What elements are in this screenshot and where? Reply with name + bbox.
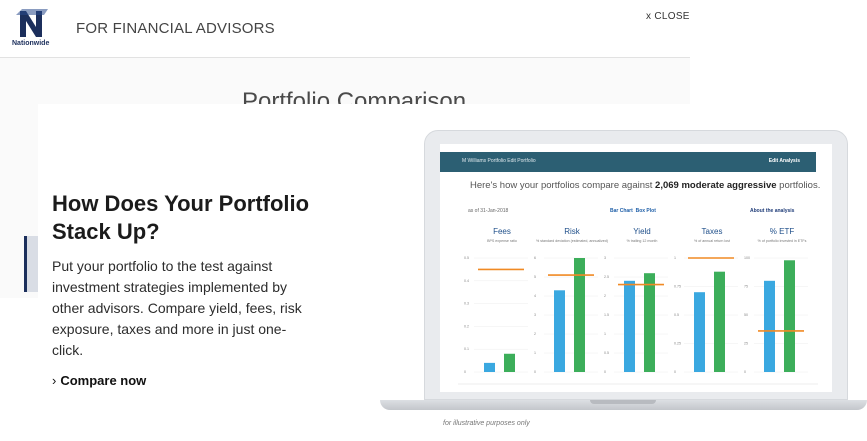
chevron-right-icon: › — [52, 373, 57, 388]
compare-category: moderate aggressive — [681, 180, 777, 191]
panel-subtitle: BPS expense ratio — [487, 239, 517, 243]
tick-label: 6 — [534, 256, 536, 260]
panel-subtitle: % of portfolio invested in ETFs — [758, 239, 807, 243]
tick-label: 5 — [534, 275, 536, 279]
panel-title: Risk — [564, 227, 581, 236]
tick-label: 0.4 — [464, 279, 469, 283]
tick-label: 75 — [744, 285, 748, 289]
screen-top-bar: M Williams Portfolio Edit Portfolio Edit… — [440, 152, 816, 172]
tick-label: 0.75 — [674, 285, 681, 289]
bar — [784, 260, 795, 372]
compare-prefix: Here's how your portfolios compare again… — [470, 180, 653, 191]
edit-analysis-link: Edit Analysis — [768, 158, 800, 164]
bar — [764, 280, 775, 372]
nationwide-logo[interactable]: Nationwide — [12, 7, 60, 51]
compare-now-label: Compare now — [60, 373, 147, 388]
laptop-screen: M Williams Portfolio Edit Portfolio Edit… — [440, 144, 832, 392]
bar — [644, 273, 655, 372]
tick-label: 2 — [604, 294, 606, 298]
tick-label: 0.2 — [464, 324, 469, 328]
compare-suffix: portfolios. — [779, 180, 821, 191]
tick-label: 50 — [744, 313, 748, 317]
compare-now-link[interactable]: › Compare now — [52, 373, 146, 388]
comparison-sentence: Here's how your portfolios compare again… — [470, 180, 820, 191]
tick-label: 0 — [674, 370, 676, 374]
panel-subtitle: % trailing 12 month — [627, 239, 658, 243]
portfolio-name: M Williams Portfolio Edit Portfolio — [462, 158, 536, 164]
tick-label: 2.5 — [604, 275, 609, 279]
brand-name: Nationwide — [12, 40, 50, 47]
panel-title: Yield — [633, 227, 651, 236]
eagle-icon — [16, 9, 48, 37]
promo-headline: How Does Your Portfolio Stack Up? — [52, 191, 310, 244]
tick-label: 3 — [534, 313, 536, 317]
tick-label: 0.5 — [674, 313, 679, 317]
site-title: FOR FINANCIAL ADVISORS — [76, 20, 275, 37]
background-page-tab — [24, 236, 38, 292]
bar — [484, 362, 495, 372]
bar — [554, 290, 565, 372]
tick-label: 0.3 — [464, 302, 469, 306]
tick-label: 1.5 — [604, 313, 609, 317]
laptop-notch — [590, 400, 656, 404]
tick-label: 0 — [534, 370, 536, 374]
compare-count: 2,069 — [655, 180, 679, 191]
close-button[interactable]: x CLOSE — [646, 11, 690, 22]
as-of-date: as of 31-Jan-2018 — [468, 208, 509, 214]
bar — [714, 271, 725, 372]
tick-label: 0.5 — [604, 351, 609, 355]
about-analysis-link: About the analysis — [750, 208, 795, 214]
comparison-chart: Fees BPS expense ratio 0.5 0.4 0.3 0.2 0.1 0 Ris… — [458, 227, 818, 385]
bar — [504, 353, 515, 372]
promo-body: Put your portfolio to the test against i… — [52, 258, 302, 358]
tick-label: 100 — [744, 256, 750, 260]
tick-label: 4 — [534, 294, 536, 298]
panel-title: Fees — [493, 227, 511, 236]
bar — [624, 280, 635, 372]
bar — [694, 292, 705, 372]
tick-label: 0.5 — [464, 256, 469, 260]
illustrative-disclaimer: for illustrative purposes only — [443, 420, 530, 427]
tick-label: 3 — [604, 256, 606, 260]
tick-label: 0.1 — [464, 347, 469, 351]
tick-label: 1 — [604, 332, 606, 336]
tick-label: 0 — [744, 370, 746, 374]
tick-label: 1 — [534, 351, 536, 355]
bar-chart-toggle: Bar Chart — [610, 208, 633, 214]
panel-title: Taxes — [702, 227, 723, 236]
chart-toggle: Bar Chart Box Plot — [610, 208, 656, 214]
panel-subtitle: % standard deviation (estimated, annuali… — [536, 239, 608, 243]
tick-label: 25 — [744, 342, 748, 346]
tick-label: 0 — [604, 370, 606, 374]
box-plot-toggle: Box Plot — [635, 208, 656, 214]
panel-subtitle: % of annual return lost — [694, 239, 730, 243]
tick-label: 0 — [464, 370, 466, 374]
tick-label: 0.25 — [674, 342, 681, 346]
site-header: Nationwide FOR FINANCIAL ADVISORS x CLOS… — [0, 0, 690, 58]
tick-label: 2 — [534, 332, 536, 336]
panel-title: % ETF — [770, 227, 795, 236]
tick-label: 1 — [674, 256, 676, 260]
